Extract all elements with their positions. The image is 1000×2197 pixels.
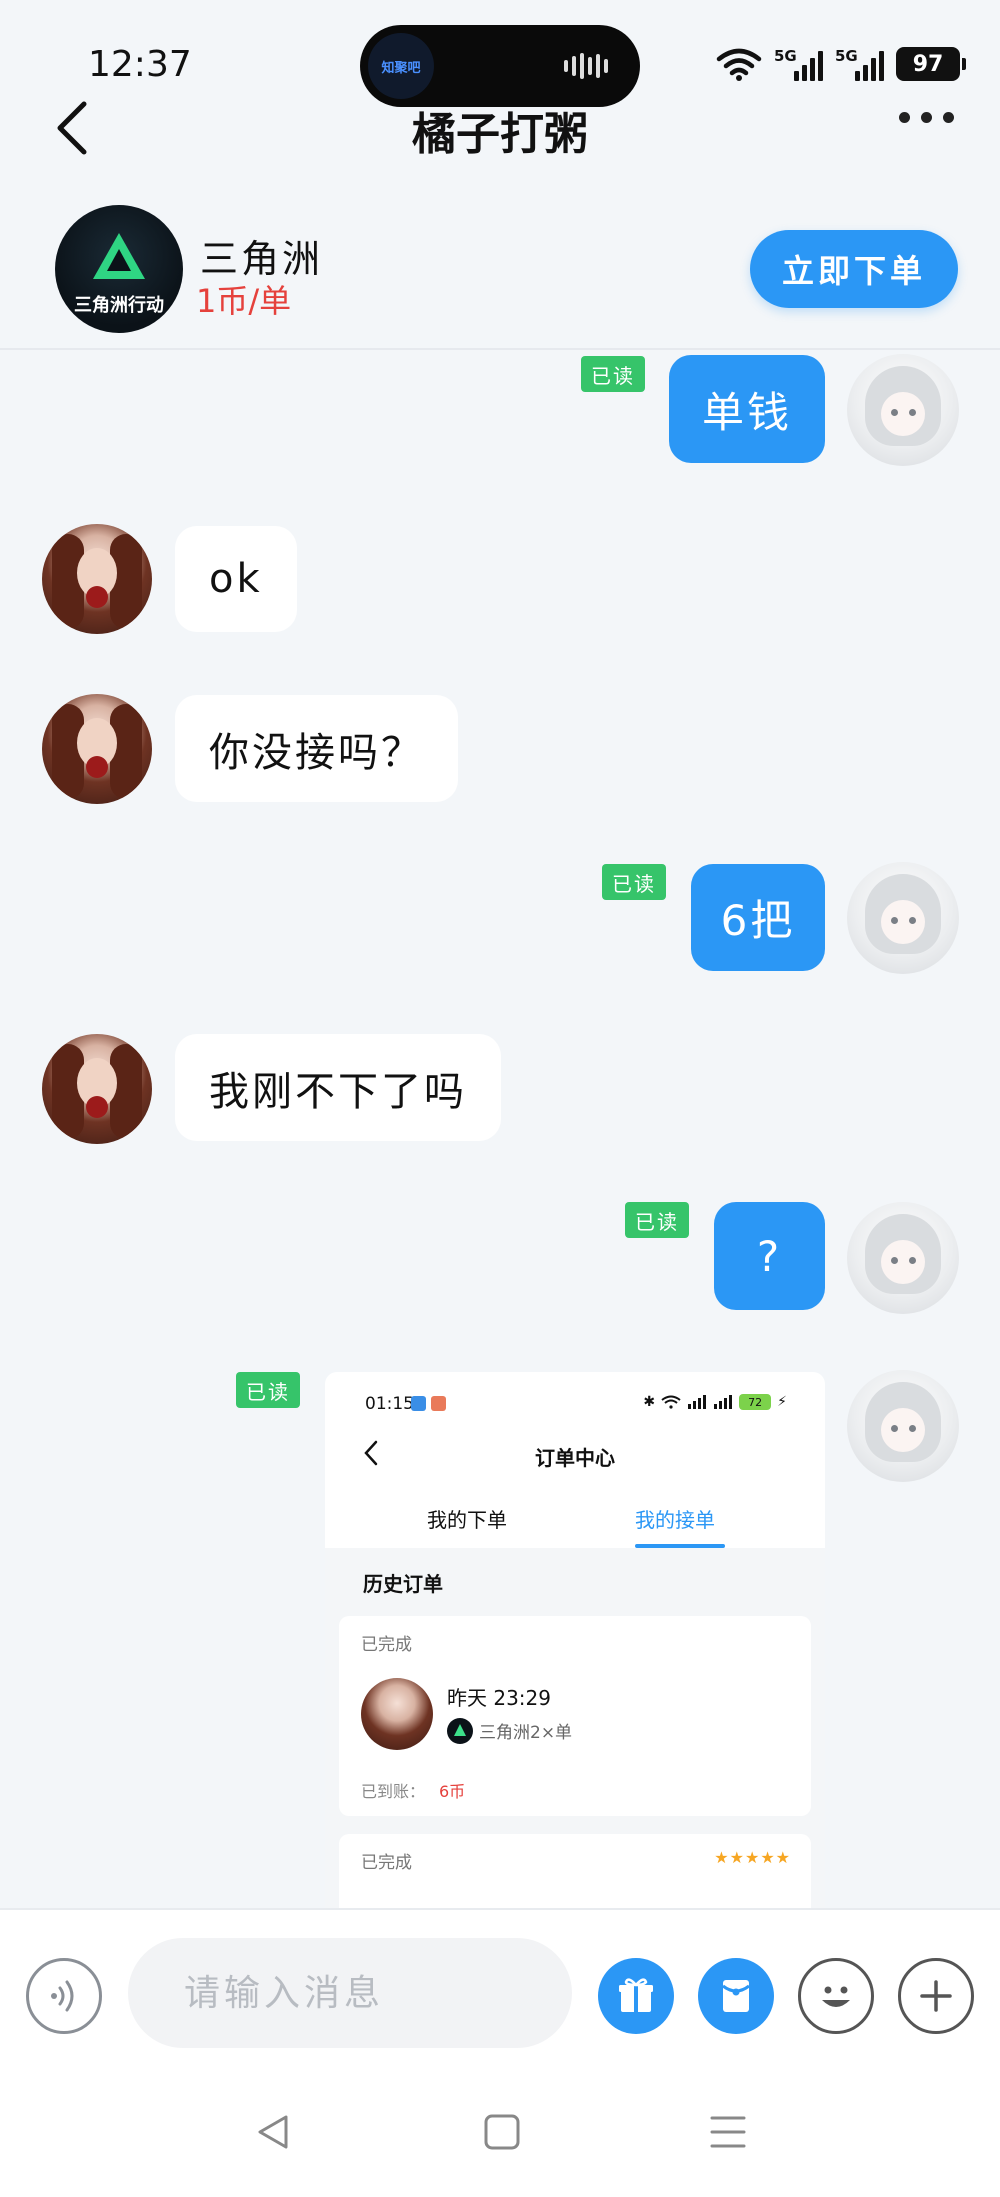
app-notification-icon bbox=[431, 1396, 446, 1411]
service-name: 三角洲 bbox=[200, 237, 324, 281]
earn-value: 6币 bbox=[439, 1782, 466, 1801]
battery-icon: 97 bbox=[896, 47, 966, 81]
bluetooth-icon: ✱ bbox=[643, 1394, 656, 1410]
service-header: 三角洲行动 三角洲 1币/单 立即下单 bbox=[0, 190, 1000, 350]
game-logo[interactable]: 三角洲行动 bbox=[55, 205, 183, 333]
screenshot-time: 01:15 bbox=[365, 1394, 414, 1414]
plus-icon[interactable] bbox=[898, 1958, 974, 2034]
status-bar: 12:37 知聚吧 5G 5G 97 bbox=[0, 0, 1000, 110]
contact-avatar[interactable] bbox=[42, 524, 152, 634]
screenshot-title: 订单中心 bbox=[535, 1446, 615, 1470]
image-message-screenshot[interactable]: 01:15 ✱ 72 ⚡ 订单中心 我的下单 我的接单 历史订单 已完成 昨天 … bbox=[325, 1372, 825, 1908]
cellular-signal-icon: 5G bbox=[774, 47, 823, 81]
nav-home-icon[interactable] bbox=[482, 2112, 522, 2152]
earn-label: 已到账： bbox=[361, 1782, 426, 1801]
cellular-signal-icon: 5G bbox=[835, 47, 884, 81]
read-badge: 已读 bbox=[581, 356, 645, 392]
message-bubble-outgoing[interactable]: ? bbox=[714, 1202, 825, 1310]
system-navigation bbox=[0, 2100, 1000, 2197]
my-avatar[interactable] bbox=[847, 1202, 959, 1314]
contact-avatar[interactable] bbox=[42, 694, 152, 804]
read-badge: 已读 bbox=[236, 1372, 300, 1408]
my-avatar[interactable] bbox=[847, 862, 959, 974]
message-input[interactable] bbox=[128, 1938, 572, 2048]
tab-underline bbox=[635, 1544, 725, 1548]
red-packet-icon[interactable] bbox=[698, 1958, 774, 2034]
order-now-button[interactable]: 立即下单 bbox=[750, 230, 958, 308]
history-label: 历史订单 bbox=[363, 1572, 443, 1596]
order-status: 已完成 bbox=[361, 1635, 412, 1655]
my-avatar[interactable] bbox=[847, 1370, 959, 1482]
nav-back-icon[interactable] bbox=[254, 2112, 294, 2152]
order-status: 已完成 bbox=[361, 1853, 412, 1873]
cellular-signal-icon bbox=[688, 1395, 707, 1409]
order-game: 三角洲2×单 bbox=[479, 1723, 573, 1743]
screenshot-status-icons: ✱ 72 ⚡ bbox=[643, 1394, 787, 1410]
battery-icon: 72 bbox=[739, 1394, 772, 1410]
triangle-logo-icon bbox=[93, 233, 145, 279]
status-time: 12:37 bbox=[88, 44, 192, 85]
more-icon[interactable] bbox=[899, 112, 954, 123]
charging-icon: ⚡ bbox=[777, 1394, 787, 1410]
order-avatar bbox=[361, 1678, 433, 1750]
tab-taken-orders: 我的接单 bbox=[635, 1508, 715, 1532]
wifi-icon bbox=[716, 48, 762, 81]
read-badge: 已读 bbox=[602, 864, 666, 900]
read-badge: 已读 bbox=[625, 1202, 689, 1238]
cellular-signal-icon bbox=[714, 1395, 733, 1409]
game-icon bbox=[447, 1718, 473, 1744]
page-title: 橘子打粥 bbox=[412, 109, 588, 160]
rating-stars: ★★★★★ bbox=[714, 1848, 791, 1867]
order-date: 昨天 23:29 bbox=[447, 1686, 551, 1710]
message-bubble-outgoing[interactable]: 6把 bbox=[691, 864, 825, 971]
order-card: 已完成 ★★★★★ bbox=[339, 1834, 811, 1908]
wifi-icon bbox=[661, 1395, 681, 1409]
dynamic-island: 知聚吧 bbox=[360, 25, 640, 107]
message-bubble-outgoing[interactable]: 单钱 bbox=[669, 355, 825, 463]
message-bubble-incoming[interactable]: ok bbox=[175, 526, 297, 632]
my-avatar[interactable] bbox=[847, 354, 959, 466]
gift-icon[interactable] bbox=[598, 1958, 674, 2034]
nav-menu-icon[interactable] bbox=[708, 2112, 748, 2152]
game-logo-text: 三角洲行动 bbox=[74, 295, 164, 316]
island-app-icon: 知聚吧 bbox=[368, 33, 434, 99]
screenshot-header: 01:15 ✱ 72 ⚡ 订单中心 我的下单 我的接单 bbox=[325, 1372, 825, 1548]
emoji-icon[interactable] bbox=[798, 1958, 874, 2034]
message-bubble-incoming[interactable]: 你没接吗？ bbox=[175, 695, 458, 802]
app-notification-icon bbox=[411, 1396, 426, 1411]
contact-avatar[interactable] bbox=[42, 1034, 152, 1144]
voice-icon[interactable] bbox=[26, 1958, 102, 2034]
audio-wave-icon bbox=[564, 53, 612, 79]
message-bubble-incoming[interactable]: 我刚不下了吗 bbox=[175, 1034, 501, 1141]
order-card: 已完成 昨天 23:29 三角洲2×单 已到账： 6币 bbox=[339, 1616, 811, 1816]
status-icons: 5G 5G 97 bbox=[716, 44, 966, 84]
service-price: 1币/单 bbox=[196, 282, 292, 320]
tab-my-orders: 我的下单 bbox=[427, 1508, 507, 1532]
